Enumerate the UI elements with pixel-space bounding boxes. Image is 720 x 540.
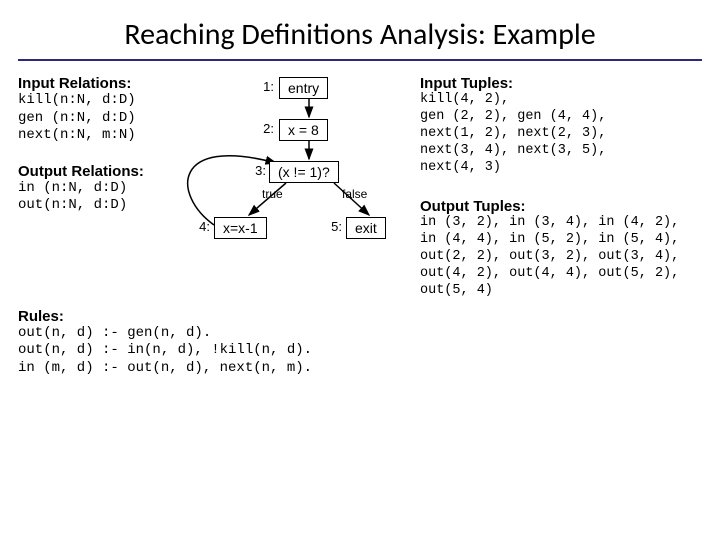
cfg-node-cond: (x != 1)? [269,161,339,183]
output-relations-heading: Output Relations: [18,163,178,180]
cfg-edges [184,75,414,305]
input-tuples-code: kill(4, 2), gen (2, 2), gen (4, 4), next… [420,92,702,176]
cfg-edge-label-true: true [262,187,283,201]
input-tuples-heading: Input Tuples: [420,75,702,92]
cfg-node-num-4: 4: [190,219,210,234]
right-column: Input Tuples: kill(4, 2), gen (2, 2), ge… [420,75,702,300]
cfg-edge-label-false: false [342,187,367,201]
slide: Reaching Definitions Analysis: Example I… [0,0,720,540]
cfg-node-assign: x = 8 [279,119,328,141]
output-tuples-code: in (3, 2), in (3, 4), in (4, 2), in (4, … [420,215,702,299]
rules-block: Rules: out(n, d) :- gen(n, d). out(n, d)… [18,308,398,378]
output-tuples-heading: Output Tuples: [420,198,702,215]
cfg-node-entry: entry [279,77,328,99]
left-column: Input Relations: kill(n:N, d:D) gen (n:N… [18,75,178,300]
output-relations-block: Output Relations: in (n:N, d:D) out(n:N,… [18,163,178,215]
input-relations-code: kill(n:N, d:D) gen (n:N, d:D) next(n:N, … [18,92,178,145]
rules-code: out(n, d) :- gen(n, d). out(n, d) :- in(… [18,325,398,378]
cfg-node-update: x=x-1 [214,217,267,239]
cfg-node-num-3: 3: [246,163,266,178]
page-title: Reaching Definitions Analysis: Example [18,16,702,53]
input-relations-heading: Input Relations: [18,75,178,92]
output-relations-code: in (n:N, d:D) out(n:N, d:D) [18,180,178,215]
content-columns: Input Relations: kill(n:N, d:D) gen (n:N… [18,75,702,300]
title-rule [18,59,702,61]
cfg-node-exit: exit [346,217,386,239]
cfg-node-num-1: 1: [254,79,274,94]
rules-heading: Rules: [18,308,398,325]
cfg-node-num-5: 5: [322,219,342,234]
cfg-diagram: 1: entry 2: x = 8 3: (x != 1)? true fals… [184,75,414,295]
cfg-node-num-2: 2: [254,121,274,136]
